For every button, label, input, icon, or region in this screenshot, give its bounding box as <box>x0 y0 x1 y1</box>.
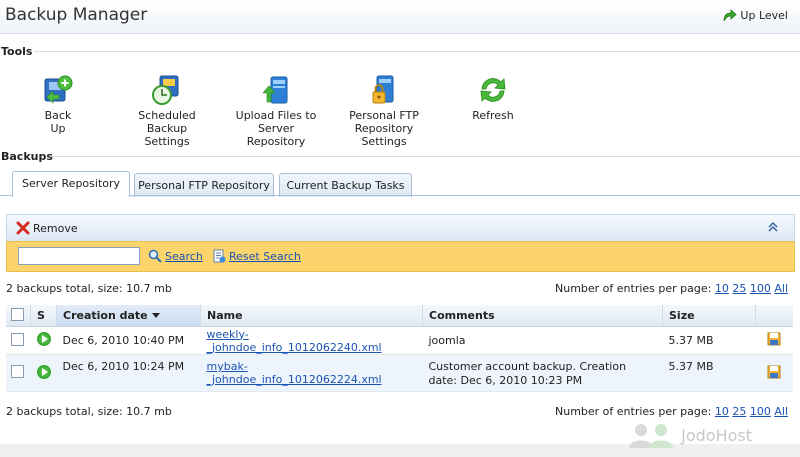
backups-total-top: 2 backups total, size: 10.7 mb <box>6 282 172 295</box>
tab-server-repository[interactable]: Server Repository <box>12 171 130 197</box>
tab-personal-ftp-repository[interactable]: Personal FTP Repository <box>134 173 274 197</box>
watermark-text: JodoHost <box>681 425 752 445</box>
remove-icon <box>16 221 30 235</box>
reset-search-label[interactable]: Reset Search <box>229 250 301 263</box>
tools-section-label: Tools <box>1 45 33 58</box>
remove-label: Remove <box>33 221 78 235</box>
row-action-cell <box>755 326 793 355</box>
search-bar: Search Reset Search <box>6 241 795 272</box>
reset-search-icon <box>213 249 226 263</box>
name-column-header[interactable]: Name <box>200 305 423 327</box>
collapse-toggle[interactable] <box>768 221 778 236</box>
save-icon[interactable] <box>767 365 781 379</box>
actions-column-header <box>755 305 793 327</box>
up-level-link[interactable]: Up Level <box>721 7 788 23</box>
search-button[interactable]: Search <box>148 249 203 263</box>
backup-tabs: Server Repository Personal FTP Repositor… <box>0 171 800 197</box>
sort-descending-icon <box>151 313 160 318</box>
select-all-checkbox[interactable] <box>11 307 24 321</box>
row-select-cell <box>6 354 31 392</box>
page-header: Backup Manager Up Level <box>0 0 800 34</box>
watermark: JodoHost <box>625 422 752 448</box>
search-label[interactable]: Search <box>165 250 203 263</box>
up-level-icon <box>724 9 738 22</box>
search-icon <box>148 249 162 263</box>
personal-ftp-settings-tool[interactable]: Personal FTP Repository Settings <box>336 73 432 148</box>
backups-table: S Creation date Name Comments Size Dec 6… <box>6 305 793 392</box>
row-size: 5.37 MB <box>662 326 756 355</box>
per-page-option-100[interactable]: 100 <box>750 282 771 295</box>
tools-divider <box>34 51 800 52</box>
list-toolbar: Remove <box>6 214 795 242</box>
status-column-header[interactable]: S <box>30 305 57 327</box>
backup-icon <box>44 75 73 104</box>
up-level-label: Up Level <box>740 8 788 22</box>
watermark-logo <box>629 424 674 448</box>
select-all-header <box>6 305 31 327</box>
restore-icon[interactable] <box>36 364 51 379</box>
row-comments: joomla <box>422 326 663 355</box>
upload-files-label: Upload Files to Server Repository <box>235 109 317 148</box>
backup-file-link[interactable]: weekly-_johndoe_info_1012062240.xml <box>207 328 382 354</box>
per-page-option-100[interactable]: 100 <box>750 405 771 418</box>
page-title: Backup Manager <box>5 5 148 25</box>
scheduled-backup-settings-label: Scheduled Backup Settings <box>138 109 196 148</box>
restore-icon[interactable] <box>36 332 51 346</box>
table-row: Dec 6, 2010 10:24 PM mybak-_johndoe_info… <box>6 354 793 392</box>
backups-section-label: Backups <box>1 150 53 163</box>
row-status-cell <box>30 354 57 392</box>
remove-button[interactable]: Remove <box>16 221 78 235</box>
row-name-cell: weekly-_johndoe_info_1012062240.xml <box>200 326 423 355</box>
row-size: 5.37 MB <box>662 354 756 392</box>
personal-ftp-settings-label: Personal FTP Repository Settings <box>349 109 419 148</box>
size-column-header[interactable]: Size <box>662 305 756 327</box>
backups-divider <box>50 156 800 157</box>
backups-total-bottom: 2 backups total, size: 10.7 mb <box>6 405 172 418</box>
per-page-option-all[interactable]: All <box>774 282 788 295</box>
reset-search-button[interactable]: Reset Search <box>212 249 301 263</box>
back-up-tool[interactable]: Back Up <box>36 73 80 135</box>
table-header-row: S Creation date Name Comments Size <box>6 305 793 327</box>
refresh-tool[interactable]: Refresh <box>471 73 515 122</box>
save-icon[interactable] <box>767 332 781 346</box>
per-page-option-25[interactable]: 25 <box>732 405 746 418</box>
row-checkbox[interactable] <box>11 365 24 378</box>
upload-files-tool[interactable]: Upload Files to Server Repository <box>222 73 330 148</box>
table-row: Dec 6, 2010 10:40 PM weekly-_johndoe_inf… <box>6 326 793 355</box>
per-page-selector-top: Number of entries per page: 10 25 100 Al… <box>555 282 788 295</box>
per-page-option-10[interactable]: 10 <box>715 282 729 295</box>
creation-date-header-label: Creation date <box>63 309 148 322</box>
collapse-icon <box>768 222 778 232</box>
comments-column-header[interactable]: Comments <box>422 305 663 327</box>
per-page-option-all[interactable]: All <box>774 405 788 418</box>
upload-icon <box>262 76 288 104</box>
back-up-label: Back Up <box>44 109 72 135</box>
row-date: Dec 6, 2010 10:24 PM <box>56 354 201 392</box>
row-action-cell <box>755 354 793 392</box>
per-page-option-25[interactable]: 25 <box>732 282 746 295</box>
ftp-settings-icon <box>372 75 394 104</box>
per-page-selector-bottom: Number of entries per page: 10 25 100 Al… <box>555 405 788 418</box>
refresh-label: Refresh <box>472 109 514 122</box>
row-select-cell <box>6 326 31 355</box>
row-name-cell: mybak-_johndoe_info_1012062224.xml <box>200 354 423 392</box>
scheduled-backup-icon <box>152 75 179 105</box>
per-page-label: Number of entries per page: <box>555 405 712 418</box>
per-page-option-10[interactable]: 10 <box>715 405 729 418</box>
per-page-label: Number of entries per page: <box>555 282 712 295</box>
refresh-icon <box>480 78 506 102</box>
creation-date-column-header[interactable]: Creation date <box>56 305 201 327</box>
backup-file-link[interactable]: mybak-_johndoe_info_1012062224.xml <box>207 360 382 386</box>
row-checkbox[interactable] <box>11 332 24 346</box>
row-comments: Customer account backup. Creation date: … <box>422 354 663 392</box>
row-status-cell <box>30 326 57 355</box>
search-input[interactable] <box>18 247 140 265</box>
scheduled-backup-settings-tool[interactable]: Scheduled Backup Settings <box>123 73 211 148</box>
row-date: Dec 6, 2010 10:40 PM <box>56 326 201 355</box>
tab-current-backup-tasks[interactable]: Current Backup Tasks <box>279 173 412 197</box>
